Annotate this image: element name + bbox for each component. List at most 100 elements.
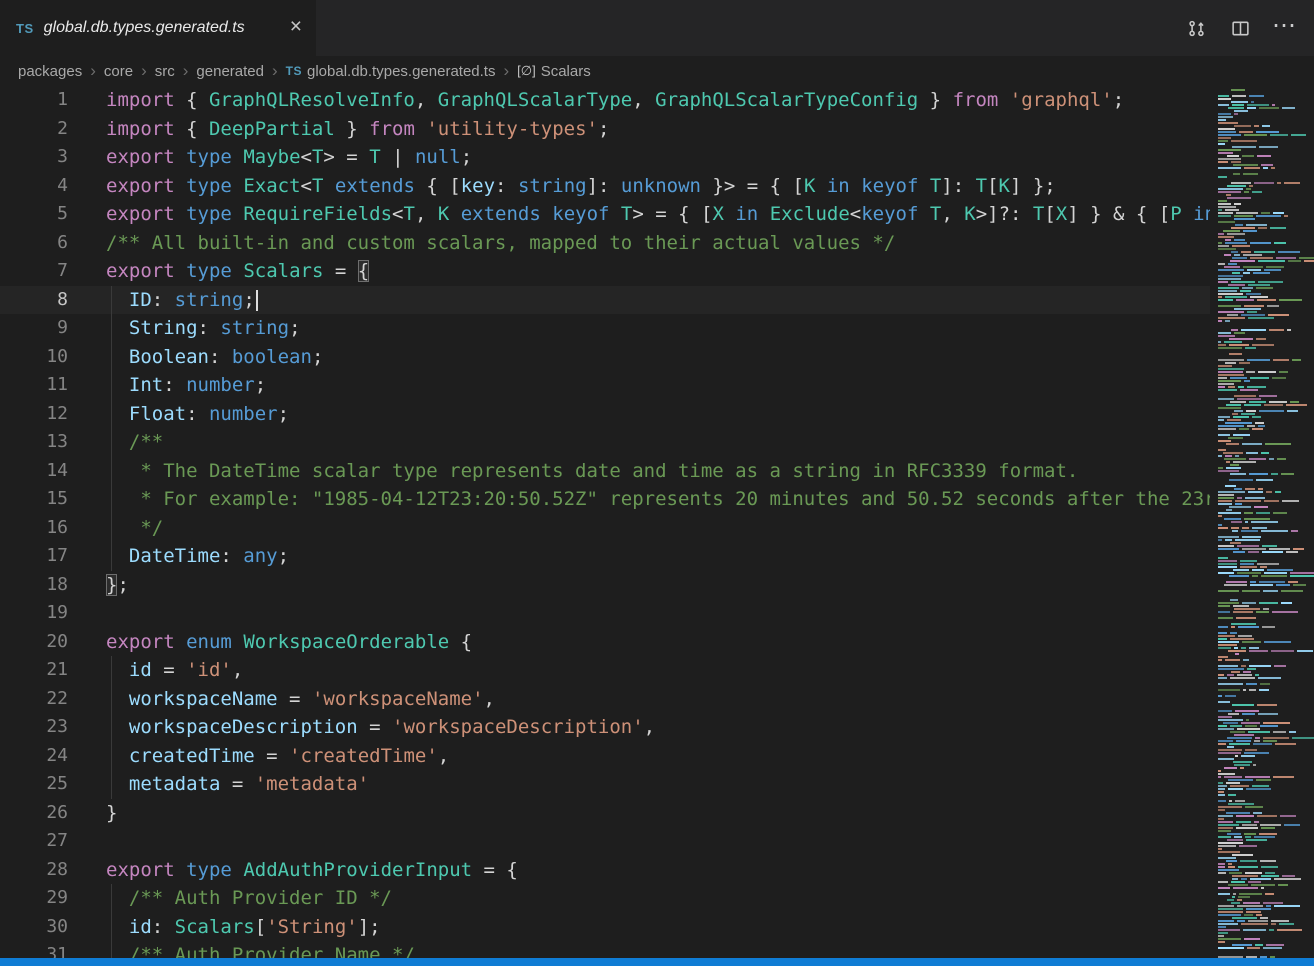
breadcrumb-item-scalars[interactable]: [∅]Scalars bbox=[517, 63, 591, 80]
line-number[interactable]: 1 bbox=[0, 86, 68, 115]
line-number[interactable]: 28 bbox=[0, 856, 68, 885]
code-line-21[interactable]: 21 id = 'id', bbox=[0, 656, 1210, 685]
line-number[interactable]: 30 bbox=[0, 913, 68, 942]
line-number[interactable]: 14 bbox=[0, 457, 68, 486]
code-text[interactable]: export type Scalars = { bbox=[68, 257, 1210, 286]
line-number[interactable]: 19 bbox=[0, 599, 68, 628]
line-number[interactable]: 17 bbox=[0, 542, 68, 571]
line-number[interactable]: 4 bbox=[0, 172, 68, 201]
code-text[interactable]: */ bbox=[68, 514, 1210, 543]
code-line-10[interactable]: 10 Boolean: boolean; bbox=[0, 343, 1210, 372]
code-line-5[interactable]: 5export type RequireFields<T, K extends … bbox=[0, 200, 1210, 229]
code-text[interactable]: import { DeepPartial } from 'utility-typ… bbox=[68, 115, 1210, 144]
code-line-20[interactable]: 20export enum WorkspaceOrderable { bbox=[0, 628, 1210, 657]
code-text[interactable]: } bbox=[68, 799, 1210, 828]
code-text[interactable]: id = 'id', bbox=[68, 656, 1210, 685]
code-pane[interactable]: 1import { GraphQLResolveInfo, GraphQLSca… bbox=[0, 86, 1210, 958]
code-text[interactable]: Int: number; bbox=[68, 371, 1210, 400]
line-number[interactable]: 6 bbox=[0, 229, 68, 258]
code-line-17[interactable]: 17 DateTime: any; bbox=[0, 542, 1210, 571]
code-text[interactable]: export enum WorkspaceOrderable { bbox=[68, 628, 1210, 657]
line-number[interactable]: 3 bbox=[0, 143, 68, 172]
line-number[interactable]: 18 bbox=[0, 571, 68, 600]
breadcrumb-item-packages[interactable]: packages bbox=[18, 63, 82, 80]
code-line-2[interactable]: 2import { DeepPartial } from 'utility-ty… bbox=[0, 115, 1210, 144]
line-number[interactable]: 2 bbox=[0, 115, 68, 144]
code-text[interactable]: ID: string; bbox=[68, 286, 1210, 315]
code-line-1[interactable]: 1import { GraphQLResolveInfo, GraphQLSca… bbox=[0, 86, 1210, 115]
code-text[interactable]: * The DateTime scalar type represents da… bbox=[68, 457, 1210, 486]
code-text[interactable]: /** All built-in and custom scalars, map… bbox=[68, 229, 1210, 258]
code-text[interactable]: Boolean: boolean; bbox=[68, 343, 1210, 372]
code-line-28[interactable]: 28export type AddAuthProviderInput = { bbox=[0, 856, 1210, 885]
code-line-4[interactable]: 4export type Exact<T extends { [key: str… bbox=[0, 172, 1210, 201]
line-number[interactable]: 20 bbox=[0, 628, 68, 657]
code-text[interactable]: String: string; bbox=[68, 314, 1210, 343]
breadcrumb-item-generated[interactable]: generated bbox=[196, 63, 264, 80]
code-text[interactable]: id: Scalars['String']; bbox=[68, 913, 1210, 942]
line-number[interactable]: 7 bbox=[0, 257, 68, 286]
breadcrumb-item-global-db-types-generated-ts[interactable]: TSglobal.db.types.generated.ts bbox=[286, 63, 496, 80]
line-number[interactable]: 11 bbox=[0, 371, 68, 400]
line-number[interactable]: 5 bbox=[0, 200, 68, 229]
code-text[interactable]: DateTime: any; bbox=[68, 542, 1210, 571]
line-number[interactable]: 29 bbox=[0, 884, 68, 913]
code-line-19[interactable]: 19 bbox=[0, 599, 1210, 628]
code-line-6[interactable]: 6/** All built-in and custom scalars, ma… bbox=[0, 229, 1210, 258]
line-number[interactable]: 27 bbox=[0, 827, 68, 856]
line-number[interactable]: 25 bbox=[0, 770, 68, 799]
line-number[interactable]: 12 bbox=[0, 400, 68, 429]
code-text[interactable]: /** Auth Provider ID */ bbox=[68, 884, 1210, 913]
line-number[interactable]: 16 bbox=[0, 514, 68, 543]
line-number[interactable]: 10 bbox=[0, 343, 68, 372]
code-line-12[interactable]: 12 Float: number; bbox=[0, 400, 1210, 429]
tab-global-db-types-generated-ts[interactable]: TS global.db.types.generated.ts × bbox=[0, 0, 316, 56]
code-line-31[interactable]: 31 /** Auth Provider Name */ bbox=[0, 941, 1210, 958]
line-number[interactable]: 21 bbox=[0, 656, 68, 685]
code-line-11[interactable]: 11 Int: number; bbox=[0, 371, 1210, 400]
code-line-8[interactable]: 8 ID: string; bbox=[0, 286, 1210, 315]
code-text[interactable]: export type Exact<T extends { [key: stri… bbox=[68, 172, 1210, 201]
line-number[interactable]: 9 bbox=[0, 314, 68, 343]
line-number[interactable]: 15 bbox=[0, 485, 68, 514]
code-line-13[interactable]: 13 /** bbox=[0, 428, 1210, 457]
code-text[interactable]: }; bbox=[68, 571, 1210, 600]
code-line-9[interactable]: 9 String: string; bbox=[0, 314, 1210, 343]
breadcrumb-item-core[interactable]: core bbox=[104, 63, 133, 80]
line-number[interactable]: 23 bbox=[0, 713, 68, 742]
code-text[interactable]: Float: number; bbox=[68, 400, 1210, 429]
line-number[interactable]: 24 bbox=[0, 742, 68, 771]
code-line-15[interactable]: 15 * For example: "1985-04-12T23:20:50.5… bbox=[0, 485, 1210, 514]
code-line-30[interactable]: 30 id: Scalars['String']; bbox=[0, 913, 1210, 942]
code-text[interactable]: export type RequireFields<T, K extends k… bbox=[68, 200, 1210, 229]
code-text[interactable]: import { GraphQLResolveInfo, GraphQLScal… bbox=[68, 86, 1210, 115]
code-line-7[interactable]: 7export type Scalars = { bbox=[0, 257, 1210, 286]
code-text[interactable] bbox=[68, 599, 1210, 628]
code-line-27[interactable]: 27 bbox=[0, 827, 1210, 856]
line-number[interactable]: 22 bbox=[0, 685, 68, 714]
code-text[interactable]: metadata = 'metadata' bbox=[68, 770, 1210, 799]
code-text[interactable]: /** Auth Provider Name */ bbox=[68, 941, 1210, 958]
code-line-22[interactable]: 22 workspaceName = 'workspaceName', bbox=[0, 685, 1210, 714]
code-line-18[interactable]: 18}; bbox=[0, 571, 1210, 600]
line-number[interactable]: 8 bbox=[0, 286, 68, 315]
minimap[interactable] bbox=[1210, 86, 1314, 958]
code-line-23[interactable]: 23 workspaceDescription = 'workspaceDesc… bbox=[0, 713, 1210, 742]
code-text[interactable] bbox=[68, 827, 1210, 856]
code-text[interactable]: workspaceDescription = 'workspaceDescrip… bbox=[68, 713, 1210, 742]
close-tab-icon[interactable]: × bbox=[286, 16, 306, 40]
code-line-14[interactable]: 14 * The DateTime scalar type represents… bbox=[0, 457, 1210, 486]
code-line-25[interactable]: 25 metadata = 'metadata' bbox=[0, 770, 1210, 799]
open-changes-button[interactable] bbox=[1180, 12, 1212, 44]
code-line-29[interactable]: 29 /** Auth Provider ID */ bbox=[0, 884, 1210, 913]
breadcrumb-item-src[interactable]: src bbox=[155, 63, 175, 80]
line-number[interactable]: 31 bbox=[0, 941, 68, 958]
code-text[interactable]: /** bbox=[68, 428, 1210, 457]
code-text[interactable]: createdTime = 'createdTime', bbox=[68, 742, 1210, 771]
more-actions-button[interactable]: ⋯ bbox=[1268, 12, 1300, 44]
code-text[interactable]: export type AddAuthProviderInput = { bbox=[68, 856, 1210, 885]
code-text[interactable]: * For example: "1985-04-12T23:20:50.52Z"… bbox=[68, 485, 1210, 514]
code-line-26[interactable]: 26} bbox=[0, 799, 1210, 828]
code-text[interactable]: export type Maybe<T> = T | null; bbox=[68, 143, 1210, 172]
code-line-3[interactable]: 3export type Maybe<T> = T | null; bbox=[0, 143, 1210, 172]
